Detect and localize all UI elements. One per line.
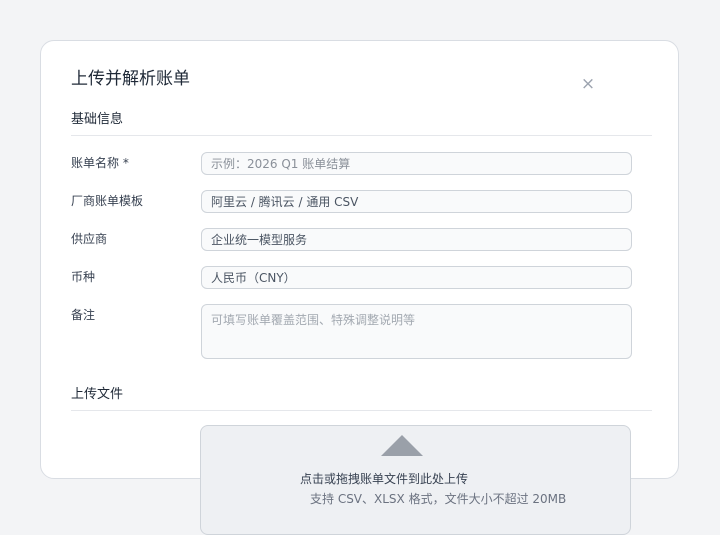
- currency-input[interactable]: [201, 266, 632, 289]
- upload-bill-dialog: 上传并解析账单 × 基础信息 账单名称 * 厂商账单模板 供应商 币种 备注 上…: [40, 40, 679, 479]
- vendor-template-label: 厂商账单模板: [71, 194, 144, 208]
- file-dropzone[interactable]: 点击或拖拽账单文件到此处上传 支持 CSV、XLSX 格式，文件大小不超过 20…: [200, 425, 631, 535]
- currency-label: 币种: [71, 270, 96, 284]
- bill-name-input[interactable]: [201, 152, 632, 175]
- notes-textarea[interactable]: [201, 304, 632, 359]
- vendor-template-input[interactable]: [201, 190, 632, 213]
- section-divider: [71, 410, 652, 411]
- dropzone-main-text: 点击或拖拽账单文件到此处上传: [300, 472, 469, 486]
- section-title-upload-file: 上传文件: [71, 387, 124, 402]
- bill-name-label: 账单名称 *: [71, 156, 129, 170]
- notes-label: 备注: [71, 308, 96, 322]
- close-icon[interactable]: ×: [579, 75, 597, 93]
- supplier-label: 供应商: [71, 232, 108, 246]
- section-title-basic-info: 基础信息: [71, 112, 124, 127]
- upload-arrow-icon: [381, 435, 423, 456]
- section-divider: [71, 135, 652, 136]
- dropzone-hint-text: 支持 CSV、XLSX 格式，文件大小不超过 20MB: [310, 492, 567, 506]
- supplier-input[interactable]: [201, 228, 632, 251]
- dialog-title: 上传并解析账单: [71, 69, 190, 89]
